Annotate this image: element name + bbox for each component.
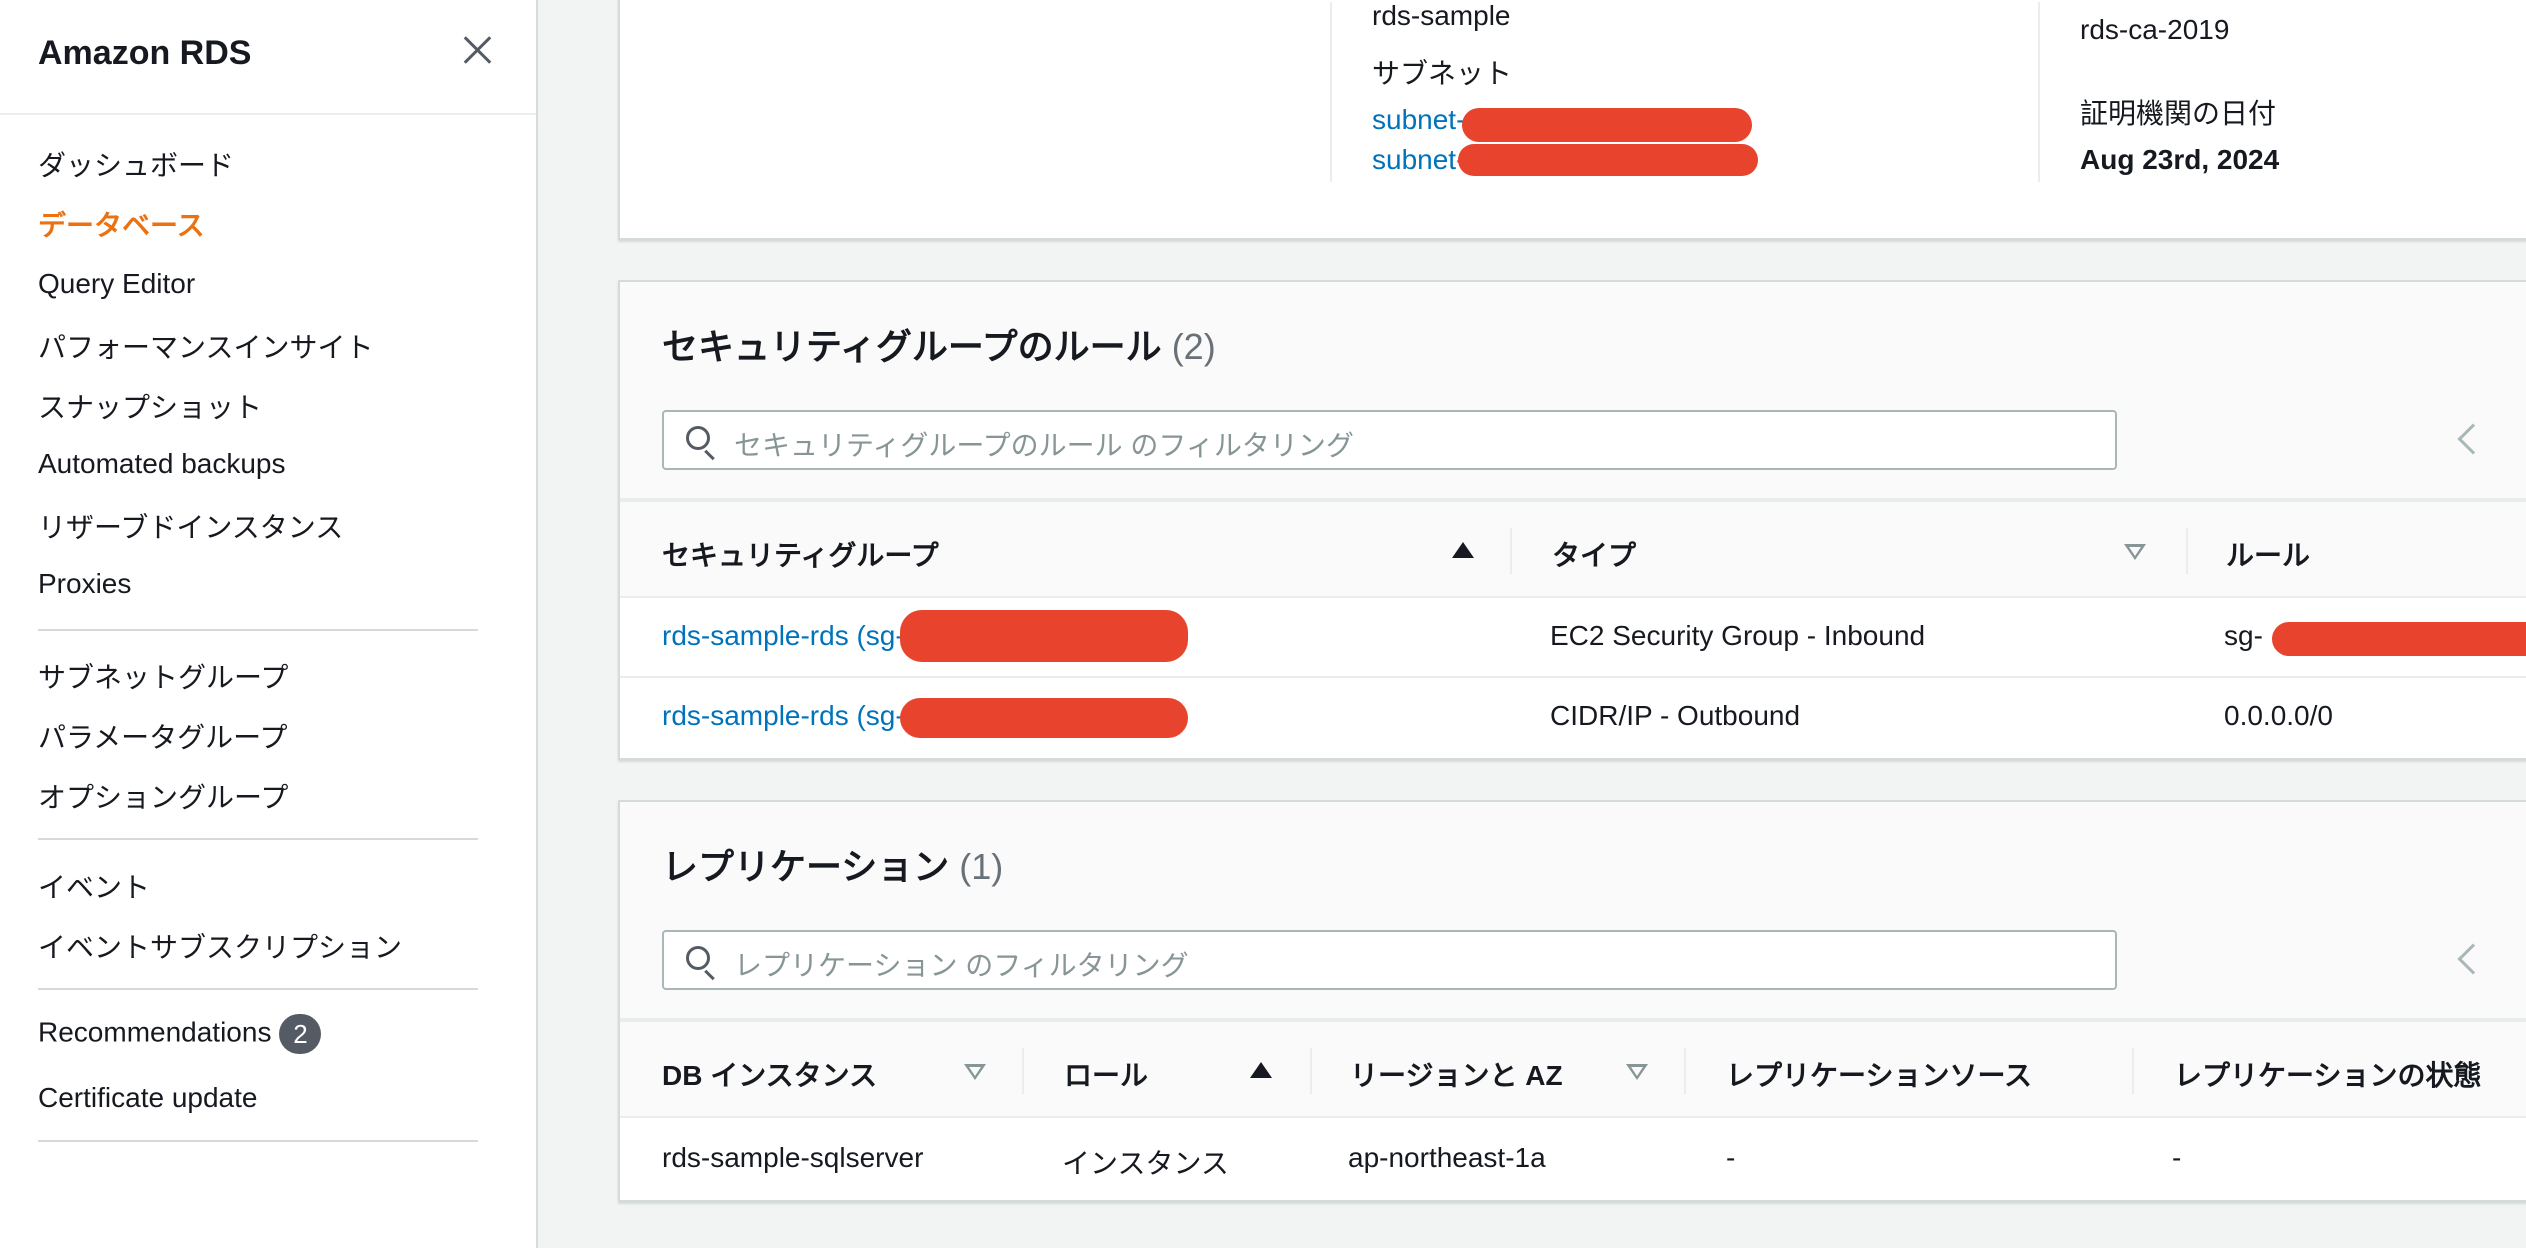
rule-type: CIDR/IP - Outbound bbox=[1550, 700, 1801, 731]
sidebar-item-proxies[interactable]: Proxies bbox=[38, 568, 131, 600]
column-separator bbox=[1310, 1048, 1312, 1094]
sidebar: Amazon RDS ダッシュボード データベース Query Editor パ… bbox=[0, 0, 538, 1248]
sidebar-item-parameter-groups[interactable]: パラメータグループ bbox=[38, 716, 287, 756]
subnet-link[interactable]: subnet- bbox=[1372, 144, 1465, 176]
vpc-value: rds-sample bbox=[1372, 0, 1511, 31]
sort-ascending-icon[interactable] bbox=[1250, 1062, 1272, 1078]
region-az: ap-northeast-1a bbox=[1348, 1142, 1546, 1173]
search-icon bbox=[686, 946, 710, 970]
column-separator bbox=[1022, 1048, 1024, 1094]
ca-date-value: Aug 23rd, 2024 bbox=[2080, 144, 2280, 175]
ca-date-label: 証明機関の日付 bbox=[2080, 98, 2277, 129]
security-rules-title: セキュリティグループのルール (2) bbox=[662, 318, 1216, 370]
sidebar-item-event-subscriptions[interactable]: イベントサブスクリプション bbox=[38, 926, 402, 966]
sort-descending-icon[interactable] bbox=[964, 1064, 986, 1080]
redaction-mark bbox=[900, 698, 1188, 738]
subnet-label: サブネット bbox=[1372, 58, 1513, 89]
replication-table-header: DB インスタンス ロール リージョンと AZ レプリケーションソース レプリケ… bbox=[620, 1020, 2526, 1118]
column-separator bbox=[1684, 1048, 1686, 1094]
sidebar-item-recommendations[interactable]: Recommendations 2 bbox=[38, 1014, 322, 1054]
replication-header: レプリケーション (1) レプリケーション のフィルタリング bbox=[620, 802, 2526, 1020]
table-row: rds-sample-rds (sg- EC2 Security Group -… bbox=[620, 598, 2526, 678]
replication-filter[interactable]: レプリケーション のフィルタリング bbox=[662, 930, 2117, 990]
replication-status: - bbox=[2172, 1142, 2182, 1173]
column-separator bbox=[1510, 528, 1512, 574]
filter-placeholder: セキュリティグループのルール のフィルタリング bbox=[734, 430, 1354, 461]
sidebar-divider bbox=[38, 838, 478, 840]
sidebar-item-subnet-groups[interactable]: サブネットグループ bbox=[38, 656, 288, 696]
sidebar-item-snapshots[interactable]: スナップショット bbox=[38, 386, 262, 426]
sidebar-item-performance-insights[interactable]: パフォーマンスインサイト bbox=[38, 326, 373, 366]
column-separator bbox=[2132, 1048, 2134, 1094]
replication-title: レプリケーション (1) bbox=[662, 838, 1003, 890]
column-header-db-instance[interactable]: DB インスタンス bbox=[662, 1054, 877, 1094]
sidebar-divider bbox=[38, 988, 478, 990]
security-rules-table-header: セキュリティグループ タイプ ルール bbox=[620, 500, 2526, 598]
redaction-mark bbox=[1462, 108, 1752, 142]
replication-count: (1) bbox=[959, 846, 1004, 887]
column-header-security-group[interactable]: セキュリティグループ bbox=[662, 534, 939, 574]
subnet-link[interactable]: subnet- bbox=[1372, 104, 1465, 136]
replication-role: インスタンス bbox=[1062, 1148, 1229, 1179]
column-separator bbox=[2186, 528, 2188, 574]
redaction-mark bbox=[2272, 622, 2526, 656]
column-header-replication-status[interactable]: レプリケーションの状態 bbox=[2174, 1054, 2481, 1094]
sidebar-item-dashboard[interactable]: ダッシュボード bbox=[38, 144, 234, 184]
column-header-role[interactable]: ロール bbox=[1064, 1054, 1148, 1094]
sidebar-item-automated-backups[interactable]: Automated backups bbox=[38, 448, 286, 480]
security-group-link[interactable]: rds-sample-rds (sg- bbox=[662, 620, 905, 652]
security-rules-filter[interactable]: セキュリティグループのルール のフィルタリング bbox=[662, 410, 2117, 470]
panel-title-text: セキュリティグループのルール bbox=[662, 326, 1162, 367]
table-row: rds-sample-sqlserver インスタンス ap-northeast… bbox=[620, 1118, 2526, 1200]
close-icon[interactable] bbox=[460, 32, 496, 68]
sidebar-divider bbox=[38, 629, 478, 631]
sidebar-item-certificate-update[interactable]: Certificate update bbox=[38, 1082, 257, 1114]
sidebar-header: Amazon RDS bbox=[0, 0, 536, 115]
column-header-type[interactable]: タイプ bbox=[1552, 534, 1636, 574]
ca-value: rds-ca-2019 bbox=[2080, 14, 2230, 45]
sort-ascending-icon[interactable] bbox=[1452, 542, 1474, 558]
column-header-region-az[interactable]: リージョンと AZ bbox=[1350, 1054, 1563, 1094]
sidebar-item-option-groups[interactable]: オプショングループ bbox=[38, 776, 288, 816]
search-icon bbox=[686, 426, 710, 450]
security-group-link[interactable]: rds-sample-rds (sg- bbox=[662, 700, 905, 732]
ca-label: 認証機関 bbox=[2080, 0, 2192, 8]
rule-value: sg- bbox=[2224, 620, 2263, 651]
db-instance-name: rds-sample-sqlserver bbox=[662, 1142, 924, 1173]
sidebar-item-events[interactable]: イベント bbox=[38, 866, 150, 906]
redaction-mark bbox=[1458, 144, 1758, 176]
sidebar-title: Amazon RDS bbox=[38, 34, 252, 72]
sort-descending-icon[interactable] bbox=[1626, 1064, 1648, 1080]
sidebar-item-label: Recommendations bbox=[38, 1016, 272, 1048]
column-divider bbox=[1330, 2, 1332, 182]
column-divider bbox=[2038, 2, 2040, 182]
table-row: rds-sample-rds (sg- CIDR/IP - Outbound 0… bbox=[620, 678, 2526, 758]
connectivity-panel: rds-sample サブネット subnet- subnet- 認証機関 rd… bbox=[618, 0, 2526, 240]
security-rules-count: (2) bbox=[1171, 326, 1216, 367]
recommendations-count-badge: 2 bbox=[279, 1014, 322, 1054]
sidebar-item-query-editor[interactable]: Query Editor bbox=[38, 268, 195, 300]
redaction-mark bbox=[900, 610, 1188, 662]
security-rules-panel: セキュリティグループのルール (2) セキュリティグループのルール のフィルタリン… bbox=[618, 280, 2526, 760]
sidebar-item-reserved-instances[interactable]: リザーブドインスタンス bbox=[38, 506, 343, 546]
column-header-rule[interactable]: ルール bbox=[2226, 534, 2310, 574]
sidebar-divider bbox=[38, 1140, 478, 1142]
panel-title-text: レプリケーション bbox=[662, 846, 950, 887]
security-rules-header: セキュリティグループのルール (2) セキュリティグループのルール のフィルタリン… bbox=[620, 282, 2526, 500]
sort-descending-icon[interactable] bbox=[2124, 544, 2146, 560]
column-header-replication-source[interactable]: レプリケーションソース bbox=[1726, 1054, 2032, 1094]
rule-type: EC2 Security Group - Inbound bbox=[1550, 620, 1926, 651]
sidebar-item-databases[interactable]: データベース bbox=[38, 204, 205, 244]
replication-source: - bbox=[1726, 1142, 1736, 1173]
rule-value: 0.0.0.0/0 bbox=[2224, 700, 2333, 731]
filter-placeholder: レプリケーション のフィルタリング bbox=[734, 950, 1189, 981]
replication-panel: レプリケーション (1) レプリケーション のフィルタリング DB インスタンス … bbox=[618, 800, 2526, 1202]
